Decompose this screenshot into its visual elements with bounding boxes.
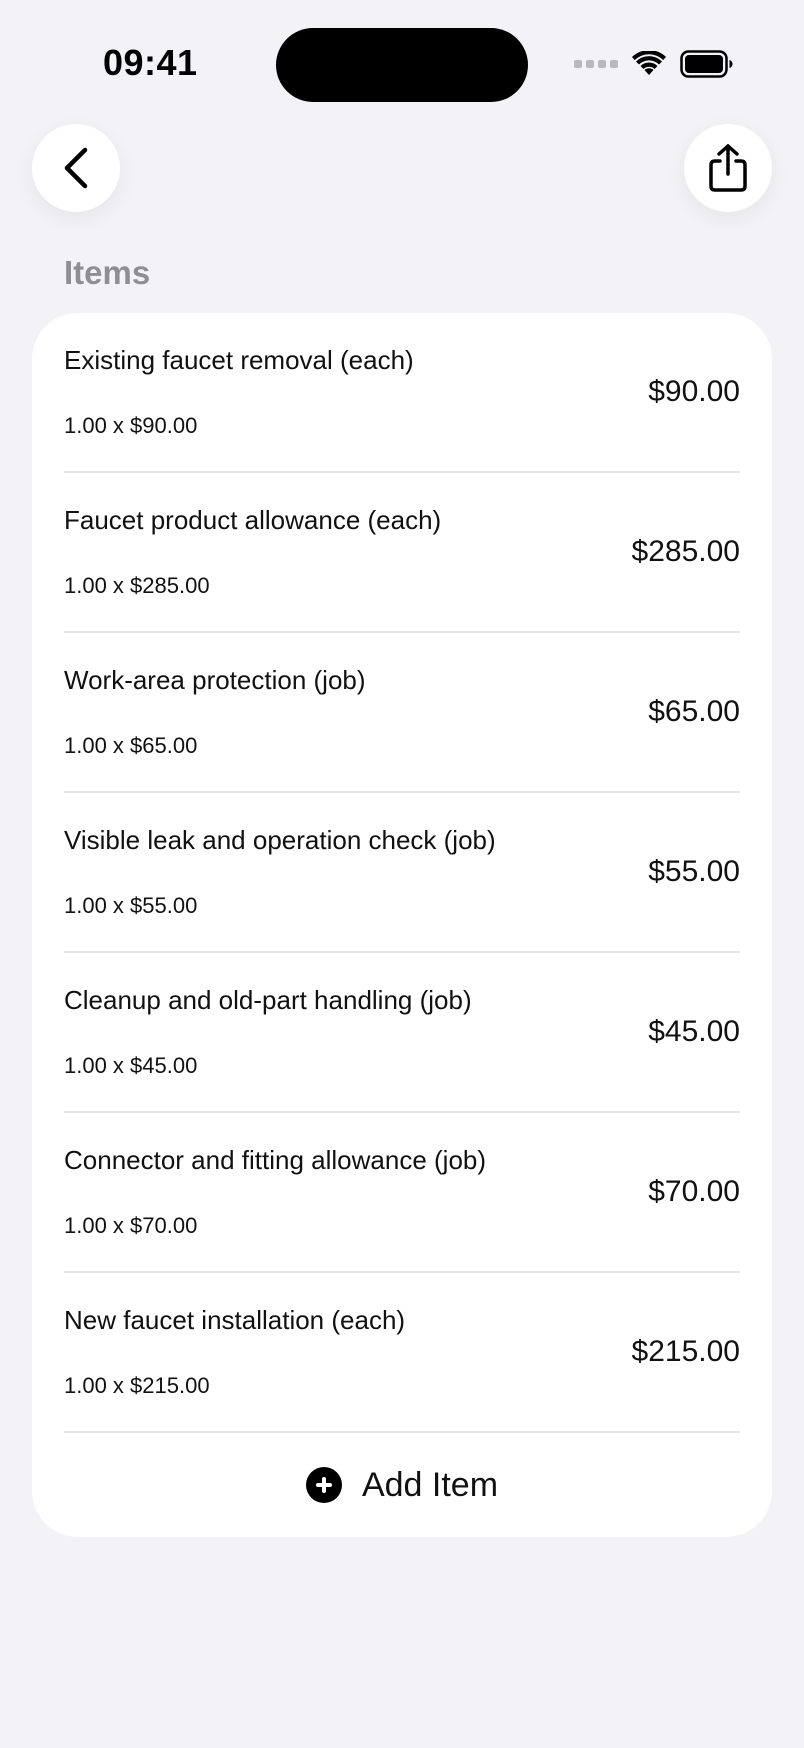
items-card: Existing faucet removal (each) 1.00 x $9… [32,313,772,1537]
item-name: Faucet product allowance (each) [64,505,442,535]
item-price: $90.00 [648,375,740,408]
item-quantity-rate: 1.00 x $215.00 [64,1373,210,1398]
screen: 09:41 Items Existing faucet removal (eac… [0,0,804,1748]
list-item[interactable]: Existing faucet removal (each) 1.00 x $9… [64,313,740,473]
plus-circle-icon [305,1467,342,1503]
chevron-left-icon [64,147,88,189]
battery-icon [680,50,733,78]
section-title: Items [64,254,151,291]
item-price: $45.00 [648,1015,740,1048]
add-item-button[interactable]: Add Item [32,1433,772,1537]
item-quantity-rate: 1.00 x $90.00 [64,413,198,438]
item-quantity-rate: 1.00 x $55.00 [64,893,198,918]
item-name: New faucet installation (each) [64,1305,406,1335]
item-name: Connector and fitting allowance (job) [64,1145,487,1175]
share-button[interactable] [684,124,772,212]
wifi-icon [632,51,666,75]
list-item[interactable]: Work-area protection (job) 1.00 x $65.00… [64,633,740,793]
status-time: 09:41 [103,42,198,83]
share-icon [709,144,747,192]
list-item[interactable]: Connector and fitting allowance (job) 1.… [64,1113,740,1273]
item-price: $55.00 [648,855,740,888]
item-price: $215.00 [631,1335,740,1368]
list-item[interactable]: Cleanup and old-part handling (job) 1.00… [64,953,740,1113]
add-item-label: Add Item [361,1465,499,1504]
item-name: Cleanup and old-part handling (job) [64,985,472,1015]
item-name: Visible leak and operation check (job) [64,825,496,855]
status-icons [574,46,734,82]
item-quantity-rate: 1.00 x $65.00 [64,733,198,758]
item-name: Existing faucet removal (each) [64,345,414,375]
list-item[interactable]: Visible leak and operation check (job) 1… [64,793,740,953]
dynamic-island [276,28,528,102]
item-quantity-rate: 1.00 x $45.00 [64,1053,198,1078]
item-quantity-rate: 1.00 x $285.00 [64,573,210,598]
back-button[interactable] [32,124,120,212]
list-item[interactable]: New faucet installation (each) 1.00 x $2… [64,1273,740,1433]
item-price: $65.00 [648,695,740,728]
item-name: Work-area protection (job) [64,665,366,695]
cellular-signal-icon [574,60,618,68]
item-price: $70.00 [648,1175,740,1208]
list-item[interactable]: Faucet product allowance (each) 1.00 x $… [64,473,740,633]
item-quantity-rate: 1.00 x $70.00 [64,1213,198,1238]
item-price: $285.00 [631,535,740,568]
